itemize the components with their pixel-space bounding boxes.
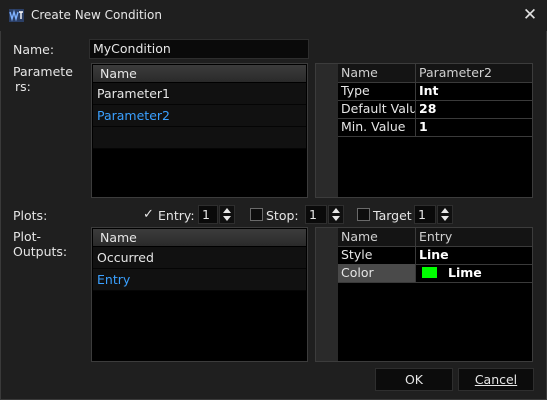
cancel-button[interactable]: Cancel xyxy=(458,368,534,391)
entry-checkbox[interactable]: ✓ xyxy=(143,208,154,221)
target-checkbox[interactable] xyxy=(357,208,370,221)
property-row-style[interactable]: Style Line xyxy=(338,246,532,265)
stop-label: Stop: xyxy=(266,208,299,223)
property-grid-margin xyxy=(316,64,338,197)
stepper-down-icon[interactable] xyxy=(441,216,449,221)
plot-output-properties-grid: Name Entry Style Line Color Lime xyxy=(315,227,533,362)
stepper-up-icon[interactable] xyxy=(223,208,231,213)
property-row-type[interactable]: Type Int xyxy=(338,82,532,101)
property-row-name: Name Entry xyxy=(338,228,532,247)
entry-value-input[interactable]: 1 xyxy=(198,205,218,224)
stepper-down-icon[interactable] xyxy=(332,216,340,221)
close-icon[interactable]: ✕ xyxy=(518,5,542,27)
plot-outputs-list-header[interactable]: Name xyxy=(93,229,306,246)
property-row-color[interactable]: Color Lime xyxy=(338,264,532,283)
title-bar: Create New Condition ✕ xyxy=(0,0,547,31)
name-label: Name: xyxy=(13,42,55,57)
property-value[interactable]: Line xyxy=(419,246,532,264)
plot-outputs-list[interactable]: Name Occurred Entry xyxy=(91,227,308,362)
stop-checkbox[interactable] xyxy=(250,208,263,221)
property-key: Name xyxy=(338,64,416,82)
property-value: Entry xyxy=(419,229,453,244)
property-key: Name xyxy=(338,228,416,246)
target-value-input[interactable]: 1 xyxy=(414,205,436,224)
parameters-label: Paramete rs: xyxy=(13,64,73,94)
window-title: Create New Condition xyxy=(31,8,162,22)
entry-label: Entry: xyxy=(158,208,195,223)
plot-outputs-label: Plot- Outputs: xyxy=(13,229,68,259)
parameter-empty-row[interactable] xyxy=(93,127,306,149)
property-value[interactable]: Int xyxy=(419,82,532,100)
parameters-list-header[interactable]: Name xyxy=(93,65,306,82)
stepper-down-icon[interactable] xyxy=(223,216,231,221)
property-row-name: Name Parameter2 xyxy=(338,64,532,83)
property-key: Color xyxy=(338,264,416,282)
target-label: Target xyxy=(373,208,412,223)
color-name: Lime xyxy=(448,265,482,280)
plots-label: Plots: xyxy=(13,208,48,223)
app-logo-icon xyxy=(9,9,24,22)
stepper-up-icon[interactable] xyxy=(441,208,449,213)
stop-stepper[interactable] xyxy=(328,205,344,224)
parameter-item-parameter1[interactable]: Parameter1 xyxy=(93,83,306,105)
property-value[interactable]: 28 xyxy=(419,100,532,118)
property-value: Parameter2 xyxy=(419,65,492,80)
parameter-properties-grid: Name Parameter2 Type Int Default Valu 28… xyxy=(315,63,533,198)
name-input[interactable]: MyCondition xyxy=(89,39,309,59)
plot-output-item-occurred[interactable]: Occurred xyxy=(93,247,306,269)
parameters-list[interactable]: Name Parameter1 Parameter2 xyxy=(91,63,308,198)
property-key: Default Valu xyxy=(338,100,416,118)
property-row-min-value[interactable]: Min. Value 1 xyxy=(338,118,532,137)
target-stepper[interactable] xyxy=(437,205,453,224)
stop-value-input[interactable]: 1 xyxy=(305,205,327,224)
property-value[interactable]: 1 xyxy=(419,118,532,136)
plot-output-item-entry[interactable]: Entry xyxy=(93,269,306,291)
color-swatch xyxy=(422,267,437,278)
color-value[interactable]: Lime xyxy=(419,264,532,282)
parameter-item-parameter2[interactable]: Parameter2 xyxy=(93,105,306,127)
property-grid-margin xyxy=(316,228,338,361)
entry-stepper[interactable] xyxy=(219,205,235,224)
property-key: Style xyxy=(338,246,416,264)
stepper-up-icon[interactable] xyxy=(332,208,340,213)
property-row-default-value[interactable]: Default Valu 28 xyxy=(338,100,532,119)
property-key: Type xyxy=(338,82,416,100)
ok-button[interactable]: OK xyxy=(375,368,453,391)
property-key: Min. Value xyxy=(338,118,416,136)
